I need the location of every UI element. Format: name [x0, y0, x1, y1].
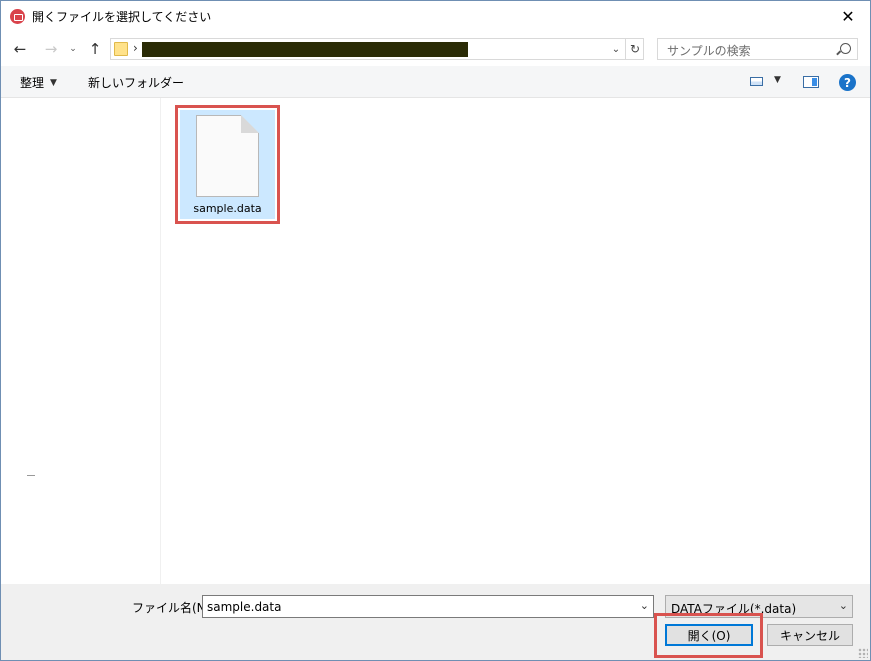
- help-icon[interactable]: ?: [839, 74, 856, 91]
- window-title: 開くファイルを選択してください: [32, 10, 212, 24]
- redacted-path[interactable]: [142, 42, 468, 57]
- change-view-icon[interactable]: [750, 77, 763, 86]
- search-placeholder: サンプルの検索: [667, 44, 751, 58]
- folder-icon: [114, 42, 128, 56]
- filename-input[interactable]: sample.data ⌄: [202, 595, 654, 618]
- search-icon[interactable]: [840, 43, 851, 54]
- organize-label: 整理: [20, 76, 45, 90]
- organize-button[interactable]: 整理 ▼: [20, 74, 57, 91]
- file-item-highlight[interactable]: sample.data: [175, 105, 280, 224]
- document-icon: [196, 115, 259, 197]
- filetype-dropdown-icon[interactable]: ⌄: [839, 599, 848, 612]
- navigation-pane[interactable]: [1, 98, 161, 584]
- file-list[interactable]: sample.data: [161, 98, 870, 584]
- file-item[interactable]: sample.data: [180, 110, 275, 219]
- close-button[interactable]: ✕: [826, 1, 870, 31]
- dialog-footer: ファイル名(N): sample.data ⌄ DATAファイル(*.data)…: [1, 584, 870, 660]
- new-folder-button[interactable]: 新しいフォルダー: [88, 74, 184, 91]
- caret-down-icon: ▼: [50, 77, 57, 88]
- filename-value: sample.data: [207, 600, 282, 614]
- open-file-dialog: 開くファイルを選択してください ✕ ← → ⌄ ↑ › ⌄ ↻ サンプルの検索 …: [0, 0, 871, 661]
- view-options-caret-icon[interactable]: ▼: [774, 75, 781, 85]
- title-bar: 開くファイルを選択してください ✕: [1, 1, 870, 31]
- back-button[interactable]: ←: [10, 38, 30, 60]
- forward-button[interactable]: →: [41, 38, 61, 60]
- app-icon: [10, 9, 25, 24]
- nav-pane-item-marker: [27, 475, 35, 476]
- file-name: sample.data: [193, 202, 262, 215]
- breadcrumb-separator: ›: [133, 41, 138, 55]
- refresh-button[interactable]: ↻: [625, 39, 644, 59]
- open-button[interactable]: 開く(O): [665, 624, 753, 646]
- recent-locations-button[interactable]: ⌄: [67, 38, 79, 60]
- filename-dropdown-icon[interactable]: ⌄: [640, 599, 649, 612]
- cancel-button[interactable]: キャンセル: [767, 624, 853, 646]
- address-dropdown-button[interactable]: ⌄: [607, 39, 625, 59]
- address-bar[interactable]: › ⌄ ↻: [110, 38, 644, 60]
- up-button[interactable]: ↑: [85, 38, 105, 60]
- navigation-bar: ← → ⌄ ↑ › ⌄ ↻ サンプルの検索: [1, 34, 870, 64]
- search-input[interactable]: サンプルの検索: [657, 38, 858, 60]
- document-fold: [241, 115, 259, 133]
- command-toolbar: 整理 ▼ 新しいフォルダー ▼ ?: [1, 66, 870, 98]
- preview-pane-icon[interactable]: [803, 76, 819, 88]
- resize-grip[interactable]: [858, 648, 868, 658]
